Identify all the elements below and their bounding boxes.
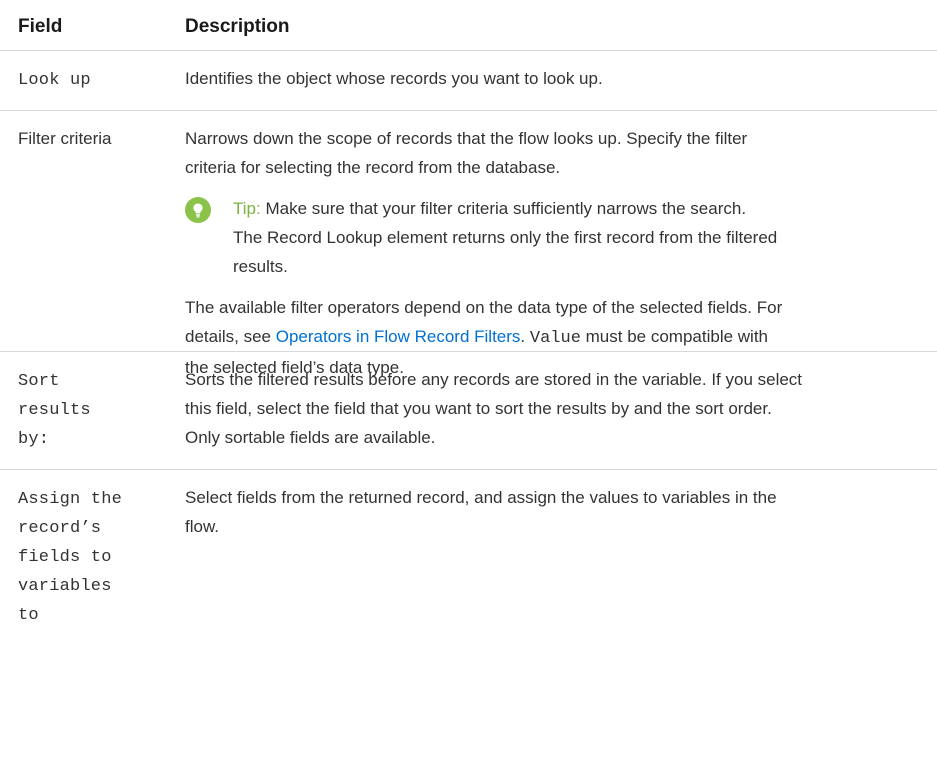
operators-period: . <box>520 327 526 346</box>
field-line: fields to <box>18 548 112 567</box>
table-header: Field Description <box>0 0 937 51</box>
description-line: The available filter operators depend on… <box>185 298 783 317</box>
tip-text: Make sure that your filter criteria suff… <box>265 199 747 218</box>
field-line: Sort <box>18 372 60 391</box>
field-line: Assign the <box>18 490 123 509</box>
header-description: Description <box>185 16 290 37</box>
description-line: Only sortable fields are available. <box>185 428 436 447</box>
header-field: Field <box>18 16 63 37</box>
field-line: by: <box>18 430 50 449</box>
table-row: Filter criteria Narrows down the scope o… <box>0 111 937 377</box>
value-code: Value <box>529 329 581 348</box>
table-row: Assign the record’s fields to variables … <box>0 470 937 645</box>
description-line: details, see Operators in Flow Record Fi… <box>185 322 937 353</box>
description-assign-fields: Select fields from the returned record, … <box>185 483 937 541</box>
field-sort-results-by: Sort results by: <box>18 367 173 454</box>
description-line: Select fields from the returned record, … <box>185 488 777 507</box>
description-sort-results-by: Sorts the filtered results before any re… <box>185 365 937 452</box>
field-line: record’s <box>18 519 102 538</box>
lightbulb-icon <box>185 197 211 223</box>
tip-line: results. <box>233 257 288 276</box>
description-line: criteria for selecting the record from t… <box>185 158 561 177</box>
field-line: variables <box>18 577 112 596</box>
operators-tail: must be compatible with <box>585 327 769 346</box>
field-filter-criteria: Filter criteria <box>18 129 112 148</box>
table-row: Look up Identifies the object whose reco… <box>0 51 937 111</box>
description-line: flow. <box>185 517 220 536</box>
tip-label: Tip: <box>233 199 261 218</box>
operators-text: details, see <box>185 327 271 346</box>
tip-callout: Tip: Make sure that your filter criteria… <box>185 194 937 281</box>
field-line: to <box>18 606 39 625</box>
field-line: results <box>18 401 91 420</box>
operators-link[interactable]: Operators in Flow Record Filters <box>276 327 521 346</box>
description-line: Narrows down the scope of records that t… <box>185 129 748 148</box>
table-row: Sort results by: Sorts the filtered resu… <box>0 352 937 470</box>
field-look-up: Look up <box>18 71 91 90</box>
description-filter-criteria: Narrows down the scope of records that t… <box>185 124 937 382</box>
description-line: Sorts the filtered results before any re… <box>185 370 803 389</box>
field-description-table: Field Description Look up Identifies the… <box>0 0 937 645</box>
tip-line: The Record Lookup element returns only t… <box>233 228 778 247</box>
field-assign-fields: Assign the record’s fields to variables … <box>18 485 173 630</box>
description-look-up: Identifies the object whose records you … <box>185 69 603 88</box>
tip-line: Tip: Make sure that your filter criteria… <box>233 194 937 223</box>
description-line: this field, select the field that you wa… <box>185 399 772 418</box>
